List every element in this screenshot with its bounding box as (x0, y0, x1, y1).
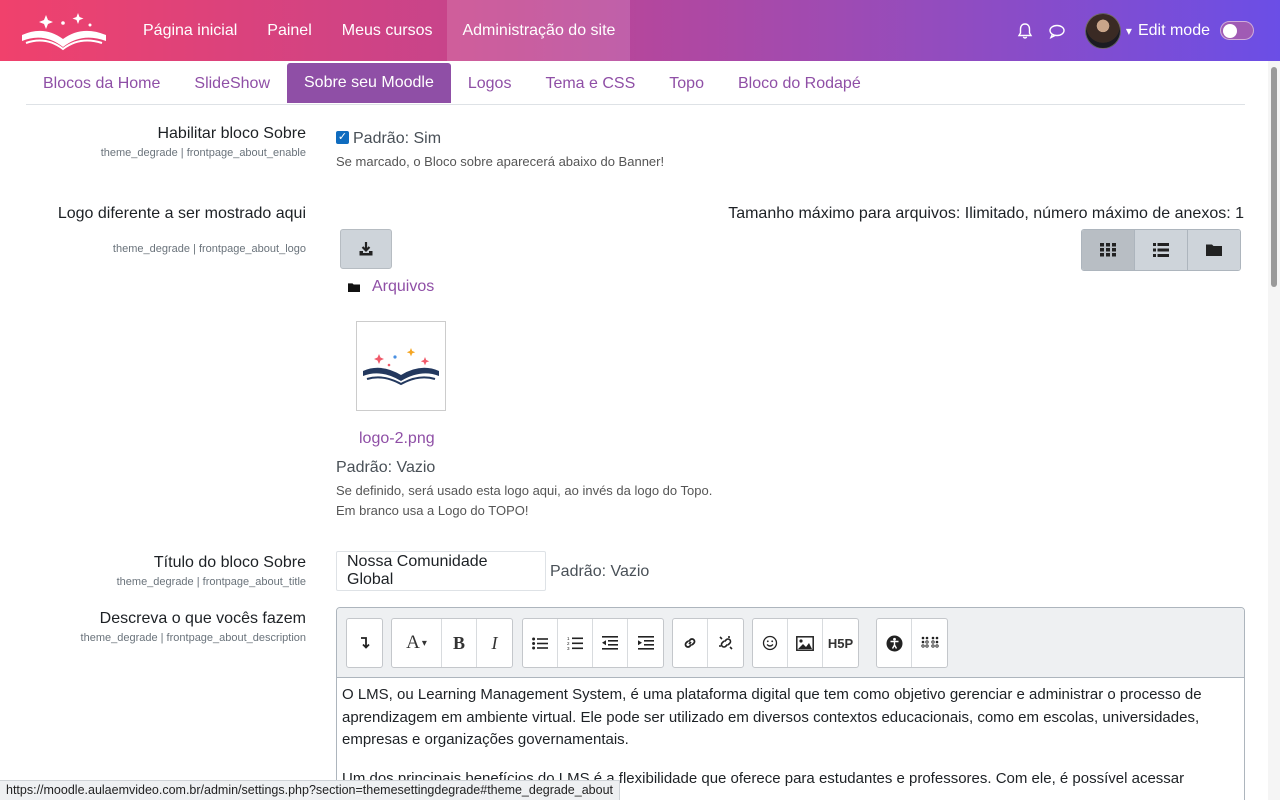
tab-bloco-do-rodape[interactable]: Bloco do Rodapé (721, 63, 878, 104)
tab-logos[interactable]: Logos (451, 63, 529, 104)
h5p-icon[interactable]: H5P (823, 619, 858, 667)
download-icon (359, 242, 373, 256)
top-navbar: Página inicial Painel Meus cursos Admini… (0, 0, 1280, 61)
toolbar-group-media: H5P (752, 618, 859, 668)
editor-toolbar: A ▾ B I 123 H5P (337, 608, 1244, 678)
description-setting-label: Descreva o que vocês fazem (99, 610, 306, 627)
site-logo[interactable] (0, 0, 128, 61)
settings-tabs: Blocos da Home SlideShow Sobre seu Moodl… (26, 63, 1245, 105)
title-setting-label: Título do bloco Sobre (153, 554, 306, 571)
toolbar-group-links (672, 618, 744, 668)
nav-home[interactable]: Página inicial (128, 0, 252, 61)
outdent-icon[interactable] (593, 619, 628, 667)
list-view-icon[interactable] (1135, 230, 1188, 270)
page-scrollbar[interactable] (1268, 61, 1280, 800)
tab-slideshow[interactable]: SlideShow (177, 63, 287, 104)
expand-toolbar-icon[interactable] (347, 619, 382, 667)
tab-blocos-da-home[interactable]: Blocos da Home (26, 63, 177, 104)
title-setting-key: theme_degrade | frontpage_about_title (116, 576, 306, 588)
files-breadcrumb[interactable]: Arquivos (372, 278, 434, 296)
logo-description-1: Se definido, será usado esta logo aqui, … (336, 483, 713, 498)
accessibility-icon[interactable] (877, 619, 912, 667)
description-editor: A ▾ B I 123 H5P O LMS, ou Learning Manag… (336, 607, 1245, 800)
unordered-list-icon[interactable] (523, 619, 558, 667)
tab-sobre-seu-moodle[interactable]: Sobre seu Moodle (287, 63, 451, 103)
nav-user-area: ▾ Edit mode (1009, 0, 1254, 61)
upload-button[interactable] (340, 229, 392, 269)
link-status-bar: https://moodle.aulaemvideo.com.br/admin/… (0, 780, 620, 800)
folder-icon (348, 280, 360, 298)
bell-icon[interactable] (1009, 15, 1041, 47)
logo-description-2: Em branco usa a Logo do TOPO! (336, 503, 529, 518)
title-input[interactable]: Nossa Comunidade Global (336, 551, 546, 591)
enable-setting-key: theme_degrade | frontpage_about_enable (100, 147, 306, 159)
logo-setting-key: theme_degrade | frontpage_about_logo (112, 243, 306, 255)
folder-view-icon[interactable] (1188, 230, 1240, 270)
toolbar-group-accessibility (876, 618, 948, 668)
screenreader-helper-icon[interactable] (912, 619, 947, 667)
image-icon[interactable] (788, 619, 823, 667)
grid-view-icon[interactable] (1082, 230, 1135, 270)
bold-icon[interactable]: B (442, 619, 477, 667)
toolbar-group-lists: 123 (522, 618, 664, 668)
indent-icon[interactable] (628, 619, 663, 667)
description-setting-key: theme_degrade | frontpage_about_descript… (80, 632, 306, 644)
enable-default: Padrão: Sim (353, 130, 442, 147)
nav-site-admin[interactable]: Administração do site (447, 0, 631, 61)
edit-mode-label: Edit mode (1137, 21, 1210, 39)
enable-setting-label: Habilitar bloco Sobre (157, 125, 306, 142)
svg-text:3: 3 (567, 646, 570, 650)
enable-checkbox[interactable]: ✓ (336, 131, 349, 144)
tab-tema-e-css[interactable]: Tema e CSS (528, 63, 652, 104)
chevron-down-icon[interactable]: ▾ (1126, 24, 1132, 38)
file-thumbnail[interactable] (356, 321, 446, 411)
title-default: Padrão: Vazio (550, 563, 650, 580)
view-mode-group (1081, 229, 1241, 271)
logo-setting-label: Logo diferente a ser mostrado aqui (57, 205, 306, 222)
avatar[interactable] (1084, 12, 1121, 49)
font-style-icon[interactable]: A ▾ (392, 619, 442, 667)
nav-dashboard[interactable]: Painel (252, 0, 326, 61)
tab-topo[interactable]: Topo (652, 63, 721, 104)
emoji-icon[interactable] (753, 619, 788, 667)
editor-paragraph: O LMS, ou Learning Management System, é … (342, 686, 1202, 748)
enable-description: Se marcado, o Bloco sobre aparecerá abai… (336, 154, 665, 169)
toolbar-group-style: A ▾ B I (391, 618, 513, 668)
link-icon[interactable] (673, 619, 708, 667)
italic-icon[interactable]: I (477, 619, 512, 667)
ordered-list-icon[interactable]: 123 (558, 619, 593, 667)
toolbar-group-toggle (346, 618, 383, 668)
file-limits: Tamanho máximo para arquivos: Ilimitado,… (728, 205, 1244, 222)
nav-my-courses[interactable]: Meus cursos (327, 0, 448, 61)
unlink-icon[interactable] (708, 619, 743, 667)
logo-default: Padrão: Vazio (336, 459, 436, 476)
chat-icon[interactable] (1041, 15, 1073, 47)
edit-mode-toggle[interactable] (1220, 21, 1254, 40)
file-name[interactable]: logo-2.png (359, 430, 435, 448)
